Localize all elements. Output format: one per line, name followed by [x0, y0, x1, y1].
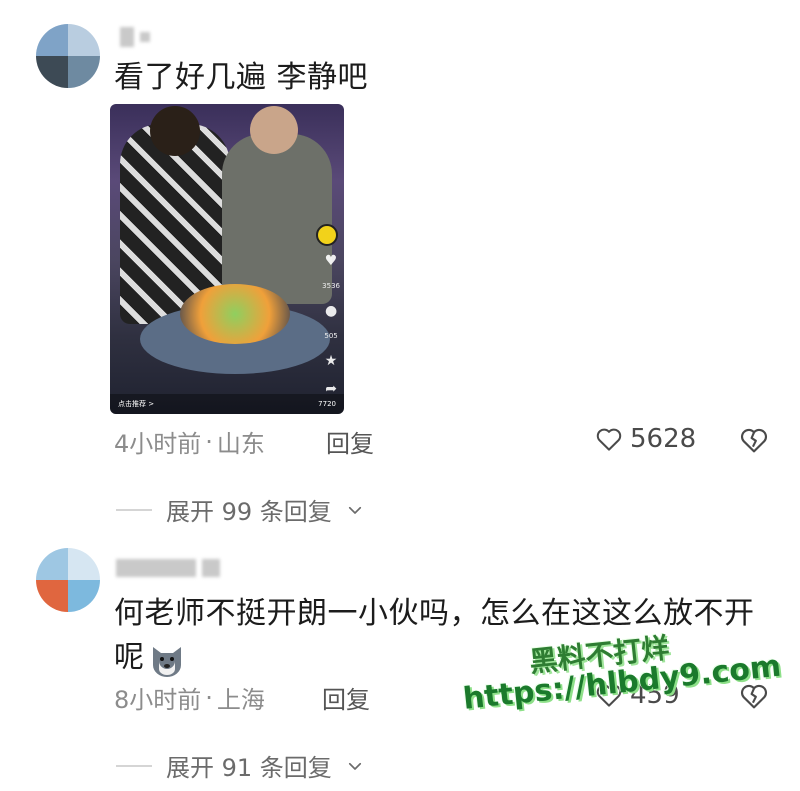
avatar-pixel	[68, 56, 100, 88]
reply-button[interactable]: 回复	[326, 424, 374, 459]
divider	[116, 508, 152, 511]
divider	[116, 764, 152, 767]
video-avatar-badge	[316, 224, 338, 246]
comment-location: 山东	[216, 430, 265, 458]
blur-block	[140, 32, 150, 42]
video-person-head	[250, 106, 298, 154]
like-button[interactable]: 5628	[594, 424, 696, 454]
username-blurred[interactable]	[116, 557, 220, 579]
video-side-actions: ♥ 3536 ● 505 ★ ➦	[322, 254, 340, 396]
comment-text: 看了好几遍 李静吧	[114, 60, 369, 95]
expand-replies[interactable]: 展开 99 条回复	[116, 492, 364, 527]
chevron-down-icon	[348, 762, 361, 770]
video-fruit-plate	[180, 284, 290, 344]
broken-heart-icon[interactable]	[738, 424, 770, 456]
video-thumbnail[interactable]: ♥ 3536 ● 505 ★ ➦ 点击推荐 > 7720	[110, 104, 344, 414]
meta-separator: ·	[205, 427, 213, 456]
blur-block	[202, 559, 220, 577]
avatar[interactable]	[36, 548, 100, 612]
avatar-pixel	[68, 24, 100, 56]
video-person	[222, 134, 332, 304]
reply-button[interactable]: 回复	[322, 680, 370, 715]
meta-separator: ·	[205, 683, 213, 712]
blur-block	[120, 27, 134, 47]
star-icon: ★	[324, 353, 338, 369]
avatar-pixel	[68, 580, 100, 612]
avatar-pixel	[36, 24, 68, 56]
comment-meta: 4小时前 · 山东	[114, 424, 265, 459]
comment-icon: ●	[324, 303, 338, 319]
chevron-down-icon	[348, 506, 361, 514]
video-bottom-bar: 点击推荐 > 7720	[110, 394, 344, 414]
comment-time: 8小时前	[114, 686, 202, 714]
avatar-pixel	[36, 56, 68, 88]
expand-replies[interactable]: 展开 91 条回复	[116, 748, 364, 783]
comment-time: 4小时前	[114, 430, 202, 458]
video-like-count: 3536	[322, 282, 340, 290]
heart-icon: ♥	[324, 253, 338, 269]
like-count: 5628	[630, 424, 697, 454]
comment-meta: 8小时前 · 上海	[114, 680, 265, 715]
video-view-count: 7720	[318, 400, 336, 408]
video-person-head	[150, 106, 200, 156]
avatar[interactable]	[36, 24, 100, 88]
avatar-pixel	[36, 580, 68, 612]
username-blurred[interactable]	[120, 26, 150, 48]
avatar-pixel	[36, 548, 68, 580]
expand-replies-label: 展开 99 条回复	[166, 498, 332, 526]
video-comment-count: 505	[324, 332, 338, 340]
avatar-pixel	[68, 548, 100, 580]
video-bottom-label: 点击推荐 >	[118, 400, 155, 408]
blur-block	[116, 559, 196, 577]
heart-outline-icon	[596, 428, 622, 451]
expand-replies-label: 展开 91 条回复	[166, 754, 332, 782]
husky-emoji-icon	[152, 646, 181, 677]
comment-location: 上海	[216, 686, 265, 714]
